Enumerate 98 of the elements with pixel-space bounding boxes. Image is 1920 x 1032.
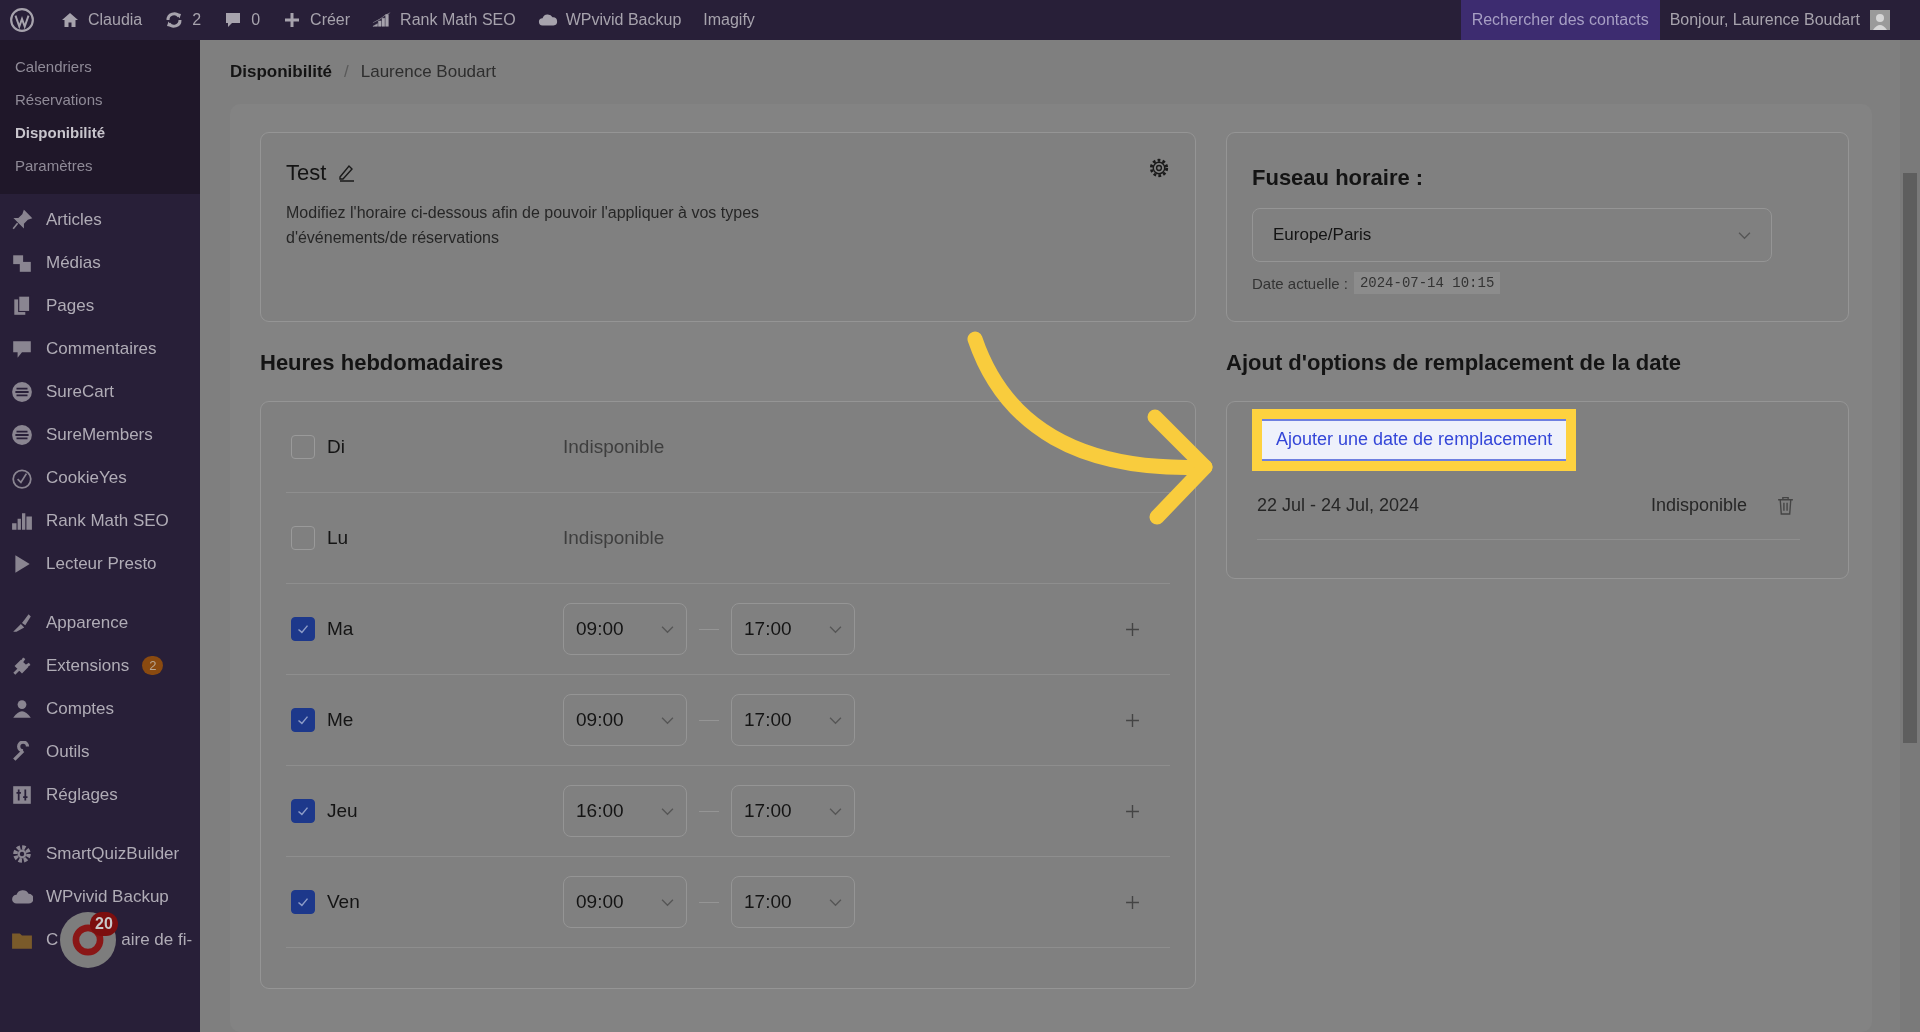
sidebar-item[interactable]: Commentaires bbox=[46, 338, 157, 359]
current-date-label: Date actuelle : bbox=[1252, 274, 1348, 292]
unavailable-text: Indisponible bbox=[563, 436, 665, 458]
add-override-button[interactable]: Ajouter une date de remplacement bbox=[1262, 419, 1567, 461]
breadcrumb-item: Laurence Boudart bbox=[360, 62, 496, 82]
sliders-icon bbox=[11, 783, 33, 806]
end-time-select[interactable]: 17:00 bbox=[731, 785, 855, 837]
end-time-select[interactable]: 17:00 bbox=[731, 603, 855, 655]
submenu-item[interactable]: Paramètres bbox=[0, 149, 200, 182]
day-label: Di bbox=[327, 436, 346, 458]
sidebar-item[interactable]: Articles bbox=[46, 209, 102, 230]
day-checkbox[interactable] bbox=[291, 708, 315, 732]
chevron-down-icon bbox=[829, 897, 842, 907]
breadcrumb-current: Disponibilité bbox=[230, 62, 332, 82]
day-checkbox[interactable] bbox=[291, 526, 315, 550]
timezone-title: Fuseau horaire : bbox=[1252, 164, 1425, 191]
admin-bar-link[interactable]: Imagify bbox=[692, 0, 766, 40]
delete-icon[interactable] bbox=[1777, 495, 1794, 515]
start-time-select[interactable]: 09:00 bbox=[563, 694, 687, 746]
override-status: Indisponible bbox=[1650, 494, 1747, 516]
schedule-description: Modifiez l'horaire ci-dessous afin de pouvoir l'appliquer à vos types d'événements/de réservations bbox=[286, 203, 761, 248]
admin-bar-home-link[interactable]: Claudia bbox=[49, 0, 154, 40]
chevron-down-icon bbox=[661, 806, 674, 816]
wordpress-logo-icon[interactable] bbox=[9, 7, 35, 33]
current-date-value: 2024-07-14 10:15 bbox=[1353, 272, 1501, 294]
sidebar-item[interactable]: CookieYes bbox=[46, 467, 127, 488]
add-icon[interactable] bbox=[1125, 803, 1140, 819]
day-checkbox[interactable] bbox=[291, 435, 315, 459]
sidebar-item[interactable]: Rank Math SEO bbox=[46, 510, 169, 531]
sidebar-item[interactable]: Réglages bbox=[46, 784, 118, 805]
day-label: Lu bbox=[327, 527, 350, 549]
search-contacts-button[interactable]: Rechercher des contacts bbox=[1460, 0, 1660, 40]
day-label: Jeu bbox=[327, 800, 359, 822]
brush-icon bbox=[11, 611, 33, 634]
user-icon bbox=[11, 697, 33, 720]
account-menu[interactable]: Bonjour, Laurence Boudart bbox=[1659, 0, 1920, 40]
scrollbar[interactable] bbox=[1900, 40, 1920, 1032]
chevron-down-icon bbox=[829, 806, 842, 816]
sidebar-item[interactable]: SureCart bbox=[46, 381, 115, 402]
sidebar-item[interactable]: Outils bbox=[46, 741, 90, 762]
sidebar-item[interactable]: Comptes bbox=[46, 698, 115, 719]
schedule-title: Test bbox=[286, 160, 327, 186]
stripes-icon bbox=[11, 423, 33, 446]
admin-bar-refresh-link[interactable]: 2 bbox=[153, 0, 213, 40]
submenu-item[interactable]: Réservations bbox=[0, 83, 200, 116]
day-checkbox[interactable] bbox=[291, 799, 315, 823]
end-time-select[interactable]: 17:00 bbox=[731, 876, 855, 928]
admin-bar-cloud-link[interactable]: WPvivid Backup bbox=[526, 0, 693, 40]
update-count-badge: 2 bbox=[142, 656, 164, 675]
start-time-select[interactable]: 16:00 bbox=[563, 785, 687, 837]
avatar-icon bbox=[1870, 10, 1890, 30]
add-icon[interactable] bbox=[1125, 621, 1140, 637]
chevron-down-icon bbox=[829, 715, 842, 725]
day-label: Ven bbox=[327, 891, 361, 913]
sidebar-item[interactable]: aire de fi- bbox=[121, 929, 193, 950]
notification-badge: 20 bbox=[90, 912, 118, 936]
day-checkbox[interactable] bbox=[291, 617, 315, 641]
edit-icon[interactable] bbox=[336, 163, 357, 183]
day-label: Ma bbox=[327, 618, 355, 640]
admin-bar-comment-link[interactable]: 0 bbox=[212, 0, 272, 40]
home-icon bbox=[60, 10, 80, 30]
chart-icon bbox=[372, 10, 393, 30]
add-icon[interactable] bbox=[1125, 712, 1140, 728]
start-time-select[interactable]: 09:00 bbox=[563, 603, 687, 655]
section-heading: Ajout d'options de remplacement de la date bbox=[1226, 350, 1683, 376]
gear-icon bbox=[11, 842, 33, 865]
chevron-down-icon bbox=[661, 715, 674, 725]
section-heading: Heures hebdomadaires bbox=[260, 350, 505, 376]
unavailable-text: Indisponible bbox=[563, 527, 665, 549]
submenu-item[interactable]: Disponibilité bbox=[0, 116, 200, 149]
sidebar-item[interactable]: Apparence bbox=[46, 612, 129, 633]
sidebar-item[interactable]: WPvivid Backup bbox=[46, 886, 169, 907]
chevron-down-icon bbox=[661, 624, 674, 634]
sidebar-item[interactable]: Lecteur Presto bbox=[46, 553, 157, 574]
chevron-down-icon bbox=[661, 897, 674, 907]
add-icon[interactable] bbox=[1125, 894, 1140, 910]
pages-icon bbox=[11, 294, 33, 317]
pin-icon bbox=[11, 208, 33, 231]
sidebar-item[interactable]: SureMembers bbox=[46, 424, 153, 445]
end-time-select[interactable]: 17:00 bbox=[731, 694, 855, 746]
sidebar-item[interactable]: SmartQuizBuilder bbox=[46, 843, 180, 864]
sidebar-item[interactable]: Pages bbox=[46, 295, 95, 316]
chevron-down-icon bbox=[1738, 230, 1751, 240]
start-time-select[interactable]: 09:00 bbox=[563, 876, 687, 928]
stripes-icon bbox=[11, 380, 33, 403]
breadcrumb-separator: / bbox=[344, 62, 349, 82]
timezone-select[interactable]: Europe/Paris bbox=[1252, 208, 1772, 262]
chevron-down-icon bbox=[829, 624, 842, 634]
sidebar-item[interactable]: Extensions bbox=[46, 655, 130, 676]
day-checkbox[interactable] bbox=[291, 890, 315, 914]
admin-bar-plus-link[interactable]: Créer bbox=[271, 0, 362, 40]
admin-bar-chart-link[interactable]: Rank Math SEO bbox=[361, 0, 527, 40]
submenu-item[interactable]: Calendriers bbox=[0, 50, 200, 83]
sidebar-item[interactable]: C bbox=[46, 929, 59, 950]
override-date-range: 22 Jul - 24 Jul, 2024 bbox=[1257, 494, 1421, 516]
sidebar-item[interactable]: Médias bbox=[46, 252, 101, 273]
settings-icon[interactable] bbox=[1148, 157, 1170, 179]
day-label: Me bbox=[327, 709, 355, 731]
